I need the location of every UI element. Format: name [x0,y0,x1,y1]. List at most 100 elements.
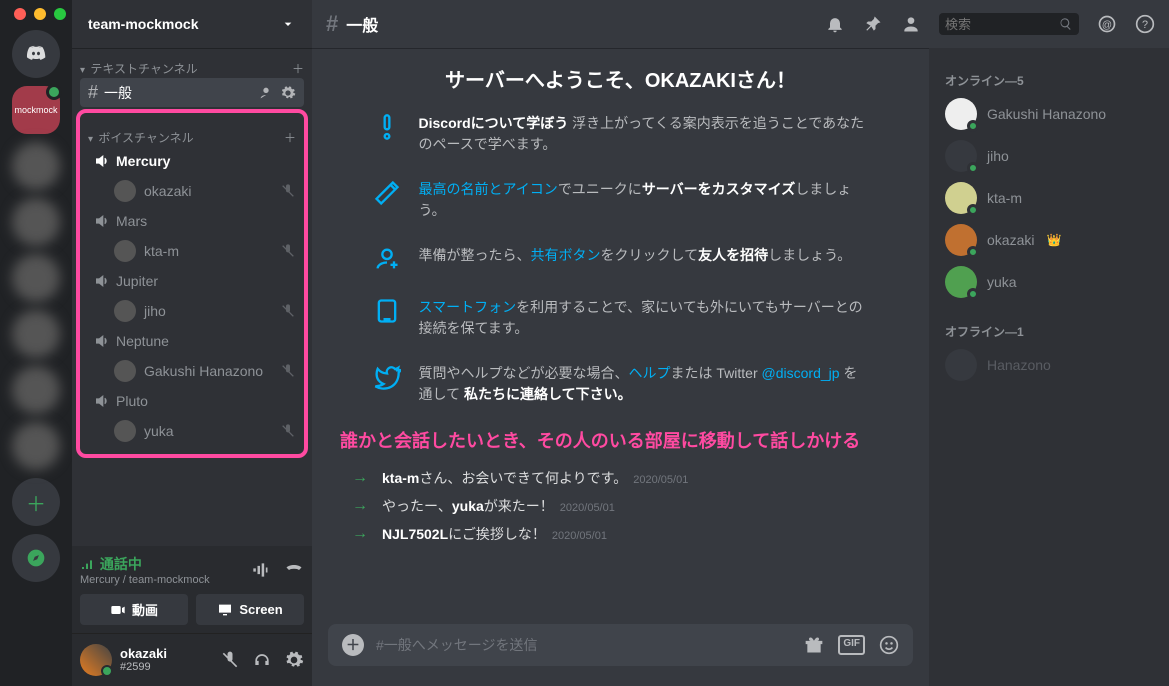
voice-user[interactable]: yuka [80,416,304,446]
welcome-tip: 最高の名前とアイコンでユニークにサーバーをカスタマイズしましょう。 [371,179,871,221]
server-item[interactable] [12,366,60,414]
search-input[interactable] [945,17,1055,32]
chevron-down-icon [280,16,296,32]
member-row[interactable]: Gakushi Hanazono [937,93,1161,135]
mentions-icon[interactable]: @ [1097,14,1117,34]
voice-channel[interactable]: Jupiter [80,267,304,295]
signal-icon [80,555,96,571]
category-voice[interactable]: ▾ ボイスチャンネル ＋ [80,117,304,146]
help-icon[interactable]: ? [1135,14,1155,34]
join-arrow-icon: → [352,525,368,543]
category-text[interactable]: ▾ テキストチャンネル ＋ [72,48,312,77]
status-dot [967,246,979,258]
tip-icon [371,179,403,207]
voice-channel-name: Jupiter [116,273,158,289]
member-row[interactable]: kta-m [937,177,1161,219]
emoji-icon[interactable] [879,635,899,655]
add-channel-icon[interactable]: ＋ [284,129,296,146]
members-online-heading: オンライン—5 [945,72,1153,89]
gear-icon[interactable] [280,85,296,101]
member-name: Gakushi Hanazono [987,106,1106,122]
members-offline-heading: オフライン—1 [945,323,1153,340]
message-text: NJL7502Lにご挨拶しな！2020/05/01 [382,524,607,544]
text-channel[interactable]: #一般 [80,78,304,107]
hash-icon: # [326,11,338,37]
voice-channel-name: Mercury [116,153,170,169]
discord-logo-icon [26,44,46,64]
status-dot [967,120,979,132]
server-item[interactable] [12,142,60,190]
settings-icon[interactable] [284,650,304,670]
server-item[interactable] [12,422,60,470]
system-message: →やったー、yukaが来たー！2020/05/01 [352,492,889,520]
avatar [945,349,977,381]
system-message: →kta-mさん、お会いできて何よりです。2020/05/01 [352,464,889,492]
mute-mic-icon[interactable] [220,650,240,670]
welcome-tip: 質問やヘルプなどが必要な場合、ヘルプまたは Twitter @discord_j… [371,363,871,405]
voice-user-name: okazaki [144,183,191,199]
attach-icon[interactable]: ＋ [342,634,364,656]
window-close[interactable] [14,8,26,20]
server-name: team-mockmock [88,16,199,32]
user-panel: okazaki #2599 [72,634,312,686]
home-button[interactable] [12,30,60,78]
self-avatar[interactable] [80,644,112,676]
status-dot [967,162,979,174]
server-mockmock[interactable]: mockmock [12,86,60,134]
member-row[interactable]: yuka [937,261,1161,303]
add-channel-icon[interactable]: ＋ [292,60,304,77]
voice-connected-label: 通話中 [80,554,210,574]
search-box[interactable] [939,13,1079,35]
voice-channel[interactable]: Mercury [80,147,304,175]
video-button[interactable]: 動画 [80,594,188,625]
server-item[interactable] [12,310,60,358]
invite-icon[interactable] [258,85,274,101]
server-header[interactable]: team-mockmock [72,0,312,48]
add-server-button[interactable]: ＋ [12,478,60,526]
tip-text: 質問やヘルプなどが必要な場合、ヘルプまたは Twitter @discord_j… [419,363,871,405]
gif-icon[interactable]: GIF [838,635,865,655]
discover-button[interactable] [12,534,60,582]
member-row[interactable]: jiho [937,135,1161,177]
server-icon-label: mockmock [14,105,57,115]
voice-channel-path: Mercury / team-mockmock [80,574,210,586]
server-rail: mockmock ＋ [0,0,72,686]
voice-user[interactable]: kta-m [80,236,304,266]
voice-user-name: kta-m [144,243,179,259]
window-minimize[interactable] [34,8,46,20]
hash-icon: # [88,82,98,103]
voice-channel[interactable]: Pluto [80,387,304,415]
welcome-tip: Discordについて学ぼう 浮き上がってくる案内表示を追うことであなたのペース… [371,113,871,155]
avatar [114,300,136,322]
member-row[interactable]: Hanazono [937,344,1161,386]
voice-channel[interactable]: Mars [80,207,304,235]
notifications-icon[interactable] [825,14,845,34]
message-placeholder: #一般へメッセージを送信 [376,635,792,655]
voice-channel[interactable]: Neptune [80,327,304,355]
join-arrow-icon: → [352,469,368,487]
speaker-icon [94,153,110,169]
screen-share-button[interactable]: Screen [196,594,304,625]
avatar [114,360,136,382]
noise-suppress-icon[interactable] [250,560,270,580]
voice-user[interactable]: jiho [80,296,304,326]
pin-icon[interactable] [863,14,883,34]
disconnect-icon[interactable] [284,560,304,580]
tip-icon [371,113,403,141]
server-item[interactable] [12,198,60,246]
member-row[interactable]: okazaki👑 [937,219,1161,261]
mic-muted-icon [280,183,296,199]
avatar [114,420,136,442]
tip-icon [371,245,403,273]
message-input[interactable]: ＋ #一般へメッセージを送信 GIF [328,624,913,666]
voice-user[interactable]: okazaki [80,176,304,206]
headphones-icon[interactable] [252,650,272,670]
tip-text: 準備が整ったら、共有ボタンをクリックして友人を招待しましょう。 [419,245,852,266]
server-item[interactable] [12,254,60,302]
voice-user[interactable]: Gakushi Hanazono [80,356,304,386]
status-dot [101,665,113,677]
welcome-tip: スマートフォンを利用することで、家にいても外にいてもサーバーとの接続を保てます。 [371,297,871,339]
gift-icon[interactable] [804,635,824,655]
members-icon[interactable] [901,14,921,34]
window-maximize[interactable] [54,8,66,20]
